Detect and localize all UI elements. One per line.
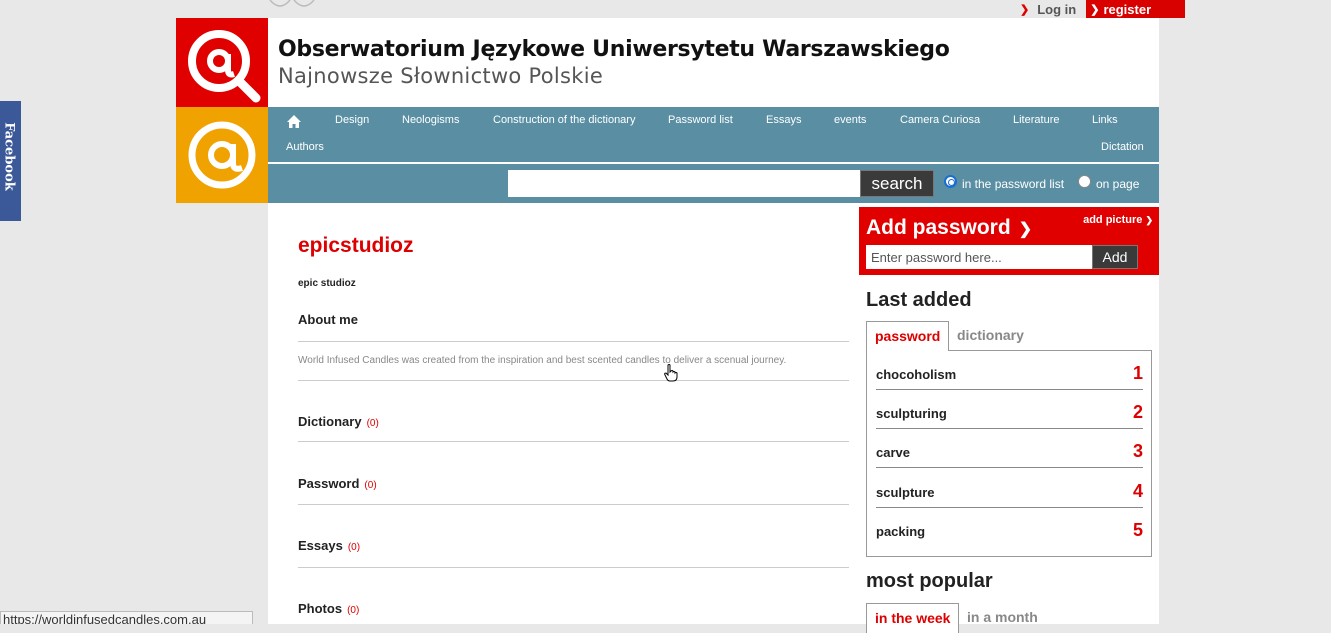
logo-at[interactable] — [176, 107, 268, 203]
most-popular-heading: most popular — [866, 570, 993, 592]
chevron-right-icon: ❯ — [1018, 221, 1033, 238]
about-text: World Infused Candles was created from t… — [298, 355, 787, 366]
add-password-button[interactable]: Add — [1092, 245, 1138, 269]
list-item-word: carve — [876, 445, 910, 460]
add-picture-label: add picture — [1083, 214, 1143, 226]
list-item-rank: 4 — [1132, 481, 1143, 501]
last-added-tabs: password dictionary — [866, 321, 1152, 351]
about-heading: About me — [298, 312, 358, 327]
nav-item-events[interactable]: events — [834, 114, 866, 126]
add-picture-link[interactable]: add picture ❯ — [1083, 214, 1153, 226]
section-dictionary[interactable]: Dictionary (0) — [298, 414, 379, 429]
browser-status-bar: https://worldinfusedcandles.com.au — [0, 611, 253, 624]
list-item[interactable]: sculpturing 2 — [876, 390, 1143, 429]
section-photos-label: Photos — [298, 601, 343, 616]
logo-search-at[interactable] — [176, 18, 268, 107]
nav-item-construction[interactable]: Construction of the dictionary — [493, 114, 635, 126]
list-item-word: chocoholism — [876, 367, 957, 382]
last-added-list: chocoholism 1 sculpturing 2 carve 3 scul… — [866, 350, 1152, 557]
site-header: Obserwatorium Językowe Uniwersytetu Wars… — [268, 18, 1159, 107]
add-password-label: Add password — [866, 216, 1011, 239]
profile-display-name: epic studioz — [298, 278, 356, 289]
section-password[interactable]: Password (0) — [298, 476, 377, 491]
register-link[interactable]: ❯ register — [1086, 0, 1186, 18]
radio-on-page-label[interactable]: on page — [1096, 177, 1139, 191]
divider — [298, 567, 849, 568]
at-magnifier-icon — [188, 30, 261, 103]
list-item-rank: 5 — [1132, 520, 1143, 540]
main-content: epicstudioz epic studioz About me World … — [268, 203, 859, 624]
at-icon — [188, 121, 256, 189]
section-password-count: (0) — [364, 480, 377, 491]
top-links: ❯ Log in ❯ register — [1020, 0, 1186, 18]
divider — [876, 467, 1143, 468]
list-item-rank: 1 — [1132, 363, 1143, 383]
divider — [298, 380, 849, 381]
divider — [298, 441, 849, 442]
tab-password[interactable]: password — [866, 321, 950, 351]
list-item[interactable]: chocoholism 1 — [876, 351, 1143, 390]
list-item[interactable]: sculpture 4 — [876, 469, 1143, 508]
chevron-right-icon: ❯ — [1020, 3, 1030, 16]
nav-item-password-list[interactable]: Password list — [668, 114, 733, 126]
section-password-label: Password — [298, 476, 360, 491]
site-subtitle: Najnowsze Słownictwo Polskie — [278, 64, 604, 88]
section-essays[interactable]: Essays (0) — [298, 538, 360, 553]
section-dictionary-count: (0) — [366, 418, 379, 429]
radio-password-list[interactable] — [944, 175, 957, 188]
list-item-rank: 3 — [1132, 441, 1143, 461]
section-essays-count: (0) — [347, 542, 361, 553]
list-item-word: packing — [876, 524, 926, 539]
section-essays-label: Essays — [298, 538, 343, 553]
list-item-word: sculpture — [876, 485, 935, 500]
facebook-label: Facebook — [1, 122, 17, 191]
tab-dictionary[interactable]: dictionary — [949, 321, 1032, 350]
list-item-word: sculpturing — [876, 406, 947, 421]
radio-password-list-label[interactable]: in the password list — [962, 177, 1064, 191]
chevron-right-icon: ❯ — [1145, 215, 1153, 225]
register-label: register — [1103, 1, 1152, 17]
chevron-right-icon: ❯ — [1090, 3, 1100, 16]
site-title[interactable]: Obserwatorium Językowe Uniwersytetu Wars… — [278, 37, 950, 62]
sidebar: Add password ❯ add picture ❯ Add Last add… — [859, 203, 1159, 633]
last-added-heading: Last added — [866, 289, 972, 311]
nav-item-links[interactable]: Links — [1092, 114, 1118, 126]
search-input[interactable] — [508, 170, 860, 197]
login-label: Log in — [1037, 1, 1077, 17]
nav-item-literature[interactable]: Literature — [1013, 114, 1059, 126]
tab-in-a-month[interactable]: in a month — [959, 603, 1046, 632]
section-photos-count: (0) — [347, 605, 360, 616]
top-ornament — [268, 0, 316, 10]
add-password-title[interactable]: Add password ❯ — [866, 216, 1032, 240]
list-item[interactable]: packing 5 — [876, 508, 1143, 547]
section-dictionary-label: Dictionary — [298, 414, 362, 429]
list-item[interactable]: carve 3 — [876, 429, 1143, 468]
main-nav: Design Neologisms Construction of the di… — [268, 107, 1159, 162]
nav-item-design[interactable]: Design — [335, 114, 369, 126]
list-item-rank: 2 — [1132, 402, 1143, 422]
profile-username: epicstudioz — [298, 234, 414, 257]
hand-cursor-icon — [664, 364, 678, 382]
section-photos[interactable]: Photos (0) — [298, 601, 359, 616]
nav-item-dictation[interactable]: Dictation — [1101, 141, 1144, 153]
most-popular-tabs: in the week in a month — [866, 603, 1152, 633]
login-link[interactable]: ❯ Log in — [1020, 2, 1086, 17]
nav-item-essays[interactable]: Essays — [766, 114, 801, 126]
divider — [298, 341, 849, 342]
facebook-side-tab[interactable]: Facebook — [0, 101, 21, 221]
nav-item-neologisms[interactable]: Neologisms — [402, 114, 459, 126]
radio-on-page[interactable] — [1078, 175, 1091, 188]
divider — [298, 504, 849, 505]
tab-in-the-week[interactable]: in the week — [866, 603, 960, 633]
home-icon[interactable] — [286, 114, 302, 134]
add-password-panel: Add password ❯ add picture ❯ Add — [859, 207, 1159, 275]
nav-item-camera-curiosa[interactable]: Camera Curiosa — [900, 114, 980, 126]
password-input[interactable] — [866, 245, 1092, 269]
search-bar: search in the password list on page — [268, 164, 1159, 203]
nav-item-authors[interactable]: Authors — [286, 141, 324, 153]
search-button[interactable]: search — [860, 170, 934, 197]
